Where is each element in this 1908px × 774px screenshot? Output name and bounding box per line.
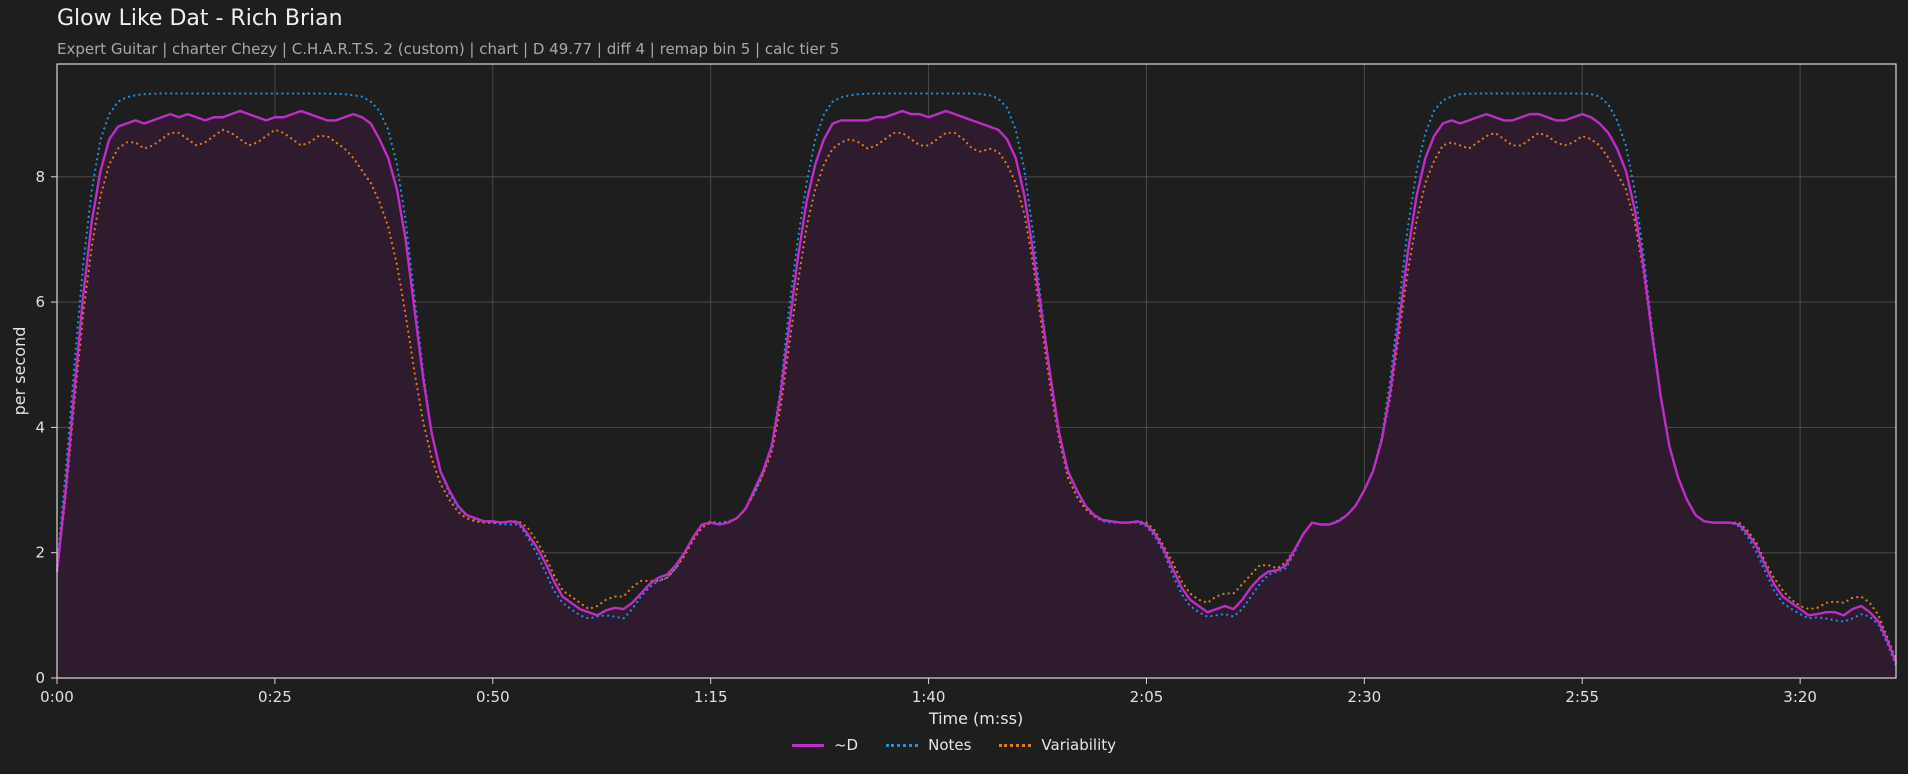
y-axis-ticks: 0 2 4 6 8 bbox=[35, 168, 57, 687]
x-tick-label: 0:50 bbox=[476, 688, 510, 706]
legend-label-variability: Variability bbox=[1041, 736, 1117, 754]
legend-swatch-notes bbox=[886, 743, 919, 747]
x-axis-label: Time (m:ss) bbox=[928, 709, 1023, 728]
x-tick-label: 3:20 bbox=[1783, 688, 1817, 706]
x-tick-label: 2:30 bbox=[1348, 688, 1382, 706]
legend-item-d: ~D bbox=[791, 736, 859, 754]
x-tick-label: 1:15 bbox=[694, 688, 728, 706]
legend: ~D Notes Variability bbox=[0, 736, 1908, 754]
y-axis-label: per second bbox=[10, 327, 29, 416]
legend-swatch-d bbox=[791, 743, 824, 747]
legend-swatch-variability bbox=[999, 743, 1032, 747]
x-tick-label: 2:05 bbox=[1130, 688, 1164, 706]
y-tick-label: 6 bbox=[35, 293, 45, 311]
y-tick-label: 0 bbox=[35, 669, 45, 687]
x-axis-ticks: 0:00 0:25 0:50 1:15 1:40 2:05 2:30 2:55 3:20 bbox=[40, 678, 1817, 706]
y-tick-label: 8 bbox=[35, 168, 45, 186]
x-tick-label: 0:00 bbox=[40, 688, 74, 706]
x-tick-label: 1:40 bbox=[912, 688, 946, 706]
line-chart: 0:00 0:25 0:50 1:15 1:40 2:05 2:30 2:55 3:20 0 2 4… bbox=[10, 63, 1898, 728]
area-d bbox=[57, 110, 1896, 679]
y-tick-label: 2 bbox=[35, 544, 45, 562]
legend-item-notes: Notes bbox=[886, 736, 971, 754]
x-tick-label: 2:55 bbox=[1565, 688, 1599, 706]
area-layer bbox=[57, 110, 1896, 679]
legend-label-d: ~D bbox=[833, 736, 859, 754]
legend-label-notes: Notes bbox=[928, 736, 972, 754]
y-tick-label: 4 bbox=[35, 418, 45, 436]
x-tick-label: 0:25 bbox=[258, 688, 292, 706]
legend-item-variability: Variability bbox=[999, 736, 1116, 754]
